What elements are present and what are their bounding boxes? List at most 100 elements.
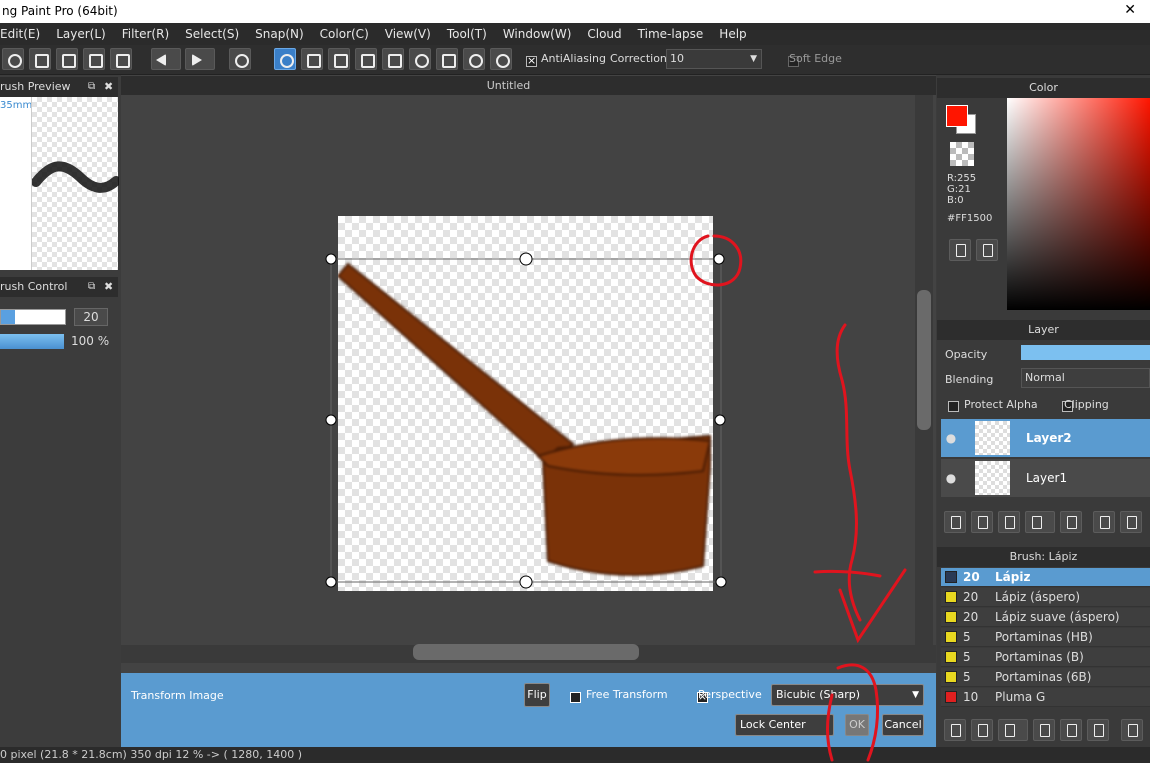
palette-edit-icon[interactable] xyxy=(976,239,998,261)
cloud-download-icon[interactable] xyxy=(944,719,966,741)
transform-handle[interactable] xyxy=(519,252,533,266)
menu-filter[interactable]: Filter(R) xyxy=(114,27,177,41)
brush-size-value[interactable]: 20 xyxy=(74,308,108,326)
close-icon[interactable]: ✖ xyxy=(104,277,113,297)
menu-snap[interactable]: Snap(N) xyxy=(247,27,312,41)
radial-snap-icon[interactable] xyxy=(382,48,404,70)
merge-layer-icon[interactable] xyxy=(1120,511,1142,533)
brush-menu-icon[interactable] xyxy=(998,719,1028,741)
eye-icon[interactable]: ● xyxy=(941,431,961,445)
settings-icon[interactable] xyxy=(490,48,512,70)
document-tab[interactable]: Untitled xyxy=(121,76,936,95)
transform-bounding-box[interactable] xyxy=(320,248,732,593)
concentric-snap-icon[interactable] xyxy=(409,48,431,70)
horizontal-scroll-thumb[interactable] xyxy=(413,644,639,660)
brush-size: 5 xyxy=(963,650,971,664)
layer-opacity-slider[interactable] xyxy=(1021,345,1150,360)
free-transform-checkbox[interactable] xyxy=(570,692,581,703)
brush-size: 20 xyxy=(963,570,980,584)
free-transform-label: Free Transform xyxy=(586,688,668,701)
brush-opacity-value: 100 % xyxy=(71,334,110,348)
brush-item[interactable]: 5 Portaminas (B) xyxy=(941,648,1150,667)
parallel-snap-icon[interactable] xyxy=(301,48,323,70)
new-layer-icon[interactable] xyxy=(944,511,966,533)
brush-size-slider[interactable] xyxy=(0,309,66,325)
curve-snap-icon[interactable] xyxy=(436,48,458,70)
layer-row[interactable]: ● Layer1 xyxy=(941,459,1150,497)
brush-item[interactable]: 5 Portaminas (6B) xyxy=(941,668,1150,687)
flip-button[interactable]: Flip xyxy=(524,683,550,707)
transform-title: Transform Image xyxy=(131,689,224,702)
interpolation-select[interactable]: Bicubic (Sharp) ▼ xyxy=(771,684,924,706)
transparent-color-swatch[interactable] xyxy=(950,142,974,166)
color-picker-gradient[interactable] xyxy=(1007,98,1150,310)
brush-item[interactable]: 20 Lápiz suave (áspero) xyxy=(941,608,1150,627)
snap-off-icon[interactable] xyxy=(274,48,296,70)
ok-button[interactable]: OK xyxy=(845,714,869,736)
new-1bit-layer-icon[interactable] xyxy=(998,511,1020,533)
foreground-color-swatch[interactable] xyxy=(946,105,968,127)
brush-item[interactable]: 20 Lápiz xyxy=(941,568,1150,587)
close-icon[interactable]: ✖ xyxy=(104,77,113,97)
brush-opacity-slider[interactable] xyxy=(0,334,64,349)
window-close-icon[interactable]: ✕ xyxy=(1124,0,1136,21)
antialiasing-checkbox[interactable] xyxy=(526,54,537,67)
palette-icon[interactable] xyxy=(949,239,971,261)
brush-duplicate-icon[interactable] xyxy=(1087,719,1109,741)
new-8bit-layer-icon[interactable] xyxy=(971,511,993,533)
transform-handle[interactable] xyxy=(715,576,727,588)
menu-tool[interactable]: Tool(T) xyxy=(439,27,495,41)
menu-layer[interactable]: Layer(L) xyxy=(48,27,114,41)
new-brush-icon[interactable] xyxy=(971,719,993,741)
trash-icon[interactable] xyxy=(1121,719,1143,741)
cancel-button[interactable]: Cancel xyxy=(882,714,924,736)
transform-handle[interactable] xyxy=(325,414,337,426)
transform-handle[interactable] xyxy=(714,414,726,426)
transform-handle[interactable] xyxy=(519,575,533,589)
loading-icon[interactable] xyxy=(229,48,251,70)
brush-item[interactable]: 10 Pluma G xyxy=(941,688,1150,707)
duplicate-layer-icon[interactable] xyxy=(1093,511,1115,533)
brush-settings-icon[interactable] xyxy=(1033,719,1055,741)
menu-cloud[interactable]: Cloud xyxy=(579,27,629,41)
lock-center-button[interactable]: Lock Center xyxy=(735,714,834,736)
correction-value: 10 xyxy=(670,52,684,65)
comment-icon[interactable] xyxy=(29,48,51,70)
vanishing-point-icon[interactable] xyxy=(355,48,377,70)
window-title: ng Paint Pro (64bit) xyxy=(0,0,1150,23)
menu-window[interactable]: Window(W) xyxy=(495,27,580,41)
brush-folder-icon[interactable] xyxy=(1060,719,1082,741)
menu-timelapse[interactable]: Time-lapse xyxy=(630,27,712,41)
menu-select[interactable]: Select(S) xyxy=(177,27,247,41)
vertical-scroll-thumb[interactable] xyxy=(917,290,931,430)
transform-handle[interactable] xyxy=(325,576,337,588)
grid-layout-icon[interactable] xyxy=(110,48,132,70)
toolbar: AntiAliasing Correction Soft Edge xyxy=(0,45,1150,75)
brush-size: 5 xyxy=(963,670,971,684)
brush-item[interactable]: 5 Portaminas (HB) xyxy=(941,628,1150,647)
add-layer-menu-icon[interactable] xyxy=(1025,511,1055,533)
layer-row[interactable]: ● Layer2 xyxy=(941,419,1150,457)
circle-snap-icon[interactable] xyxy=(463,48,485,70)
undo-icon[interactable] xyxy=(151,48,181,70)
eye-icon[interactable]: ● xyxy=(941,471,961,485)
list-icon[interactable] xyxy=(83,48,105,70)
speech-bubble-icon[interactable] xyxy=(2,48,24,70)
menu-help[interactable]: Help xyxy=(711,27,754,41)
menu-view[interactable]: View(V) xyxy=(377,27,439,41)
folder-icon[interactable] xyxy=(1060,511,1082,533)
menu-edit[interactable]: Edit(E) xyxy=(0,27,48,41)
soft-edge-label: Soft Edge xyxy=(789,52,842,65)
menu-color[interactable]: Color(C) xyxy=(312,27,377,41)
transform-handle[interactable] xyxy=(713,253,725,265)
blending-select[interactable]: Normal xyxy=(1021,368,1150,388)
brush-item[interactable]: 20 Lápiz (áspero) xyxy=(941,588,1150,607)
popout-icon[interactable]: ⧉ xyxy=(88,277,95,297)
redo-icon[interactable] xyxy=(185,48,215,70)
popout-icon[interactable]: ⧉ xyxy=(88,77,95,97)
protect-alpha-checkbox[interactable] xyxy=(948,401,959,412)
grid-snap-icon[interactable] xyxy=(328,48,350,70)
correction-select[interactable]: 10 ▼ xyxy=(666,49,762,69)
transform-handle[interactable] xyxy=(325,253,337,265)
page-icon[interactable] xyxy=(56,48,78,70)
